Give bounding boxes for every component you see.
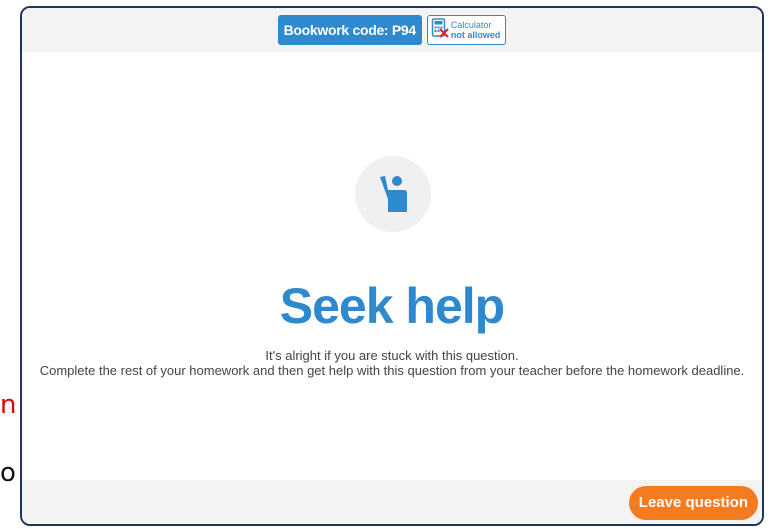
help-message: It's alright if you are stuck with this … (22, 348, 762, 378)
help-message-line: It's alright if you are stuck with this … (265, 348, 519, 363)
calculator-not-allowed-label: not allowed (450, 30, 501, 40)
background-text-fragment: n (0, 390, 17, 420)
page: n o Bookwork code: P94 Calculator not al… (0, 0, 769, 529)
calculator-status-text: Calculator not allowed (451, 20, 501, 40)
modal-header: Bookwork code: P94 Calculator not allowe… (22, 8, 762, 52)
modal-footer: Leave question (22, 480, 762, 524)
background-text-fragment: o (0, 458, 16, 488)
seek-help-modal: Bookwork code: P94 Calculator not allowe… (20, 6, 764, 526)
calculator-label: Calculator (450, 20, 492, 30)
modal-body: Seek help It's alright if you are stuck … (22, 52, 762, 480)
calculator-not-allowed-icon (431, 17, 449, 43)
hand-raised-icon (355, 156, 431, 232)
calculator-status-badge: Calculator not allowed (426, 15, 507, 45)
leave-question-button[interactable]: Leave question (628, 486, 758, 520)
seek-help-title: Seek help (279, 278, 505, 334)
bookwork-code-badge: Bookwork code: P94 (277, 15, 422, 45)
help-message-line: Complete the rest of your homework and t… (39, 363, 745, 378)
